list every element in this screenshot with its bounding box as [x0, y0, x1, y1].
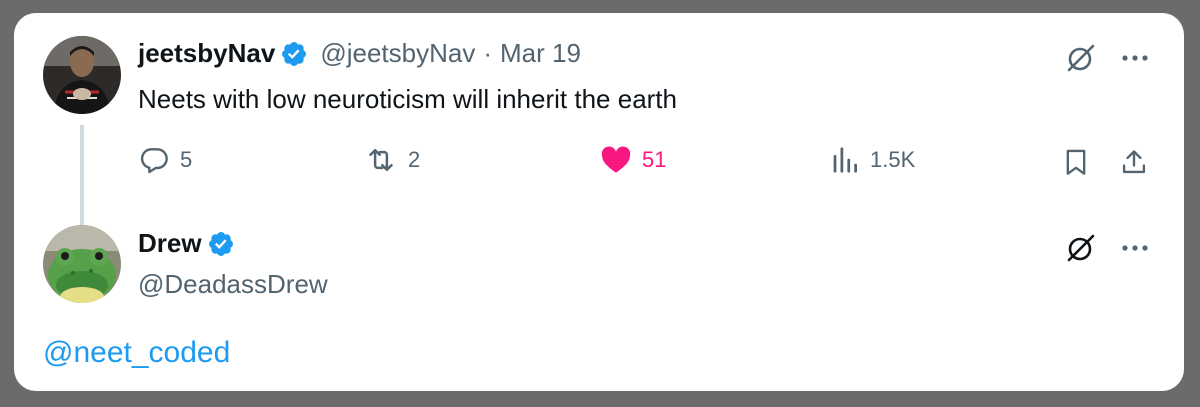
tweet-text: Neets with low neuroticism will inherit …	[138, 84, 677, 114]
more-button[interactable]	[1118, 43, 1152, 73]
bookmark-button[interactable]	[1060, 146, 1092, 178]
verified-badge-icon	[282, 41, 307, 66]
share-icon	[1122, 150, 1146, 174]
views-button[interactable]: 1.5K	[830, 144, 915, 176]
tweet-card: jeetsbyNav @jeetsbyNav · Mar 19 Neets wi…	[14, 13, 1184, 391]
bookmark-icon	[1066, 149, 1086, 175]
avatar-deadassdrew[interactable]	[43, 225, 121, 303]
thread-line	[80, 125, 84, 228]
reply-count: 5	[180, 147, 193, 172]
like-button[interactable]: 51	[600, 144, 666, 176]
reply-button[interactable]: 5	[138, 144, 192, 176]
grok-button[interactable]	[1064, 41, 1098, 75]
author-handle[interactable]: @jeetsbyNav	[320, 38, 475, 69]
reply-author-display-name[interactable]: Drew	[138, 228, 202, 259]
repost-count: 2	[408, 147, 421, 172]
heart-icon	[601, 146, 631, 173]
reply-author-handle[interactable]: @DeadassDrew	[138, 269, 328, 300]
more-icon	[1122, 55, 1148, 61]
grok-icon	[1067, 44, 1095, 72]
repost-button[interactable]: 2	[364, 144, 420, 176]
grok-button[interactable]	[1064, 231, 1098, 265]
like-count: 51	[642, 147, 667, 172]
tweet-header: jeetsbyNav @jeetsbyNav · Mar 19	[138, 38, 581, 69]
more-button[interactable]	[1118, 233, 1152, 263]
reply-mention-link[interactable]: @neet_coded	[43, 336, 230, 370]
views-count: 1.5K	[870, 147, 916, 172]
views-icon	[833, 147, 857, 173]
avatar-jeetsbynav[interactable]	[43, 36, 121, 114]
share-button[interactable]	[1118, 146, 1150, 178]
reply-header: Drew	[138, 228, 235, 259]
verified-badge-icon	[208, 231, 233, 256]
tweet-date[interactable]: Mar 19	[500, 38, 581, 69]
repost-icon	[369, 148, 393, 172]
more-icon	[1122, 245, 1148, 251]
separator: ·	[483, 38, 492, 68]
grok-icon	[1067, 234, 1095, 262]
author-display-name[interactable]: jeetsbyNav	[138, 38, 275, 69]
reply-icon	[140, 148, 168, 174]
